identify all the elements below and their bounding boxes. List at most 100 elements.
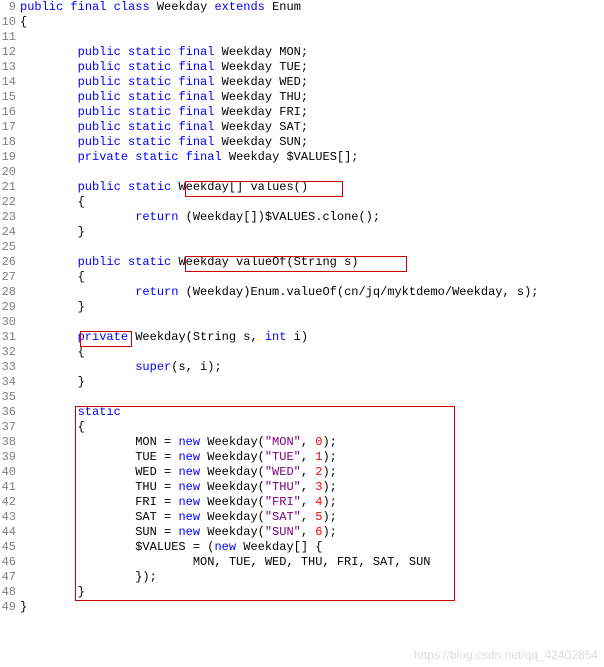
code-line: 41 THU = new Weekday("THU", 3);	[0, 480, 604, 495]
code-viewer: 9public final class Weekday extends Enum…	[0, 0, 604, 615]
line-number: 26	[0, 255, 20, 270]
line-number: 41	[0, 480, 20, 495]
code-content: }	[20, 600, 604, 615]
line-number: 23	[0, 210, 20, 225]
line-number: 9	[0, 0, 20, 15]
code-content: {	[20, 15, 604, 30]
line-number: 20	[0, 165, 20, 180]
code-line: 20	[0, 165, 604, 180]
code-line: 45 $VALUES = (new Weekday[] {	[0, 540, 604, 555]
code-content: TUE = new Weekday("TUE", 1);	[20, 450, 604, 465]
code-line: 48 }	[0, 585, 604, 600]
code-line: 49}	[0, 600, 604, 615]
code-line: 23 return (Weekday[])$VALUES.clone();	[0, 210, 604, 225]
code-content: public static final Weekday SAT;	[20, 120, 604, 135]
line-number: 37	[0, 420, 20, 435]
code-content: {	[20, 195, 604, 210]
code-line: 22 {	[0, 195, 604, 210]
code-line: 37 {	[0, 420, 604, 435]
line-number: 30	[0, 315, 20, 330]
line-number: 38	[0, 435, 20, 450]
line-number: 21	[0, 180, 20, 195]
code-content: public static final Weekday TUE;	[20, 60, 604, 75]
line-number: 10	[0, 15, 20, 30]
line-number: 17	[0, 120, 20, 135]
code-content: public static final Weekday SUN;	[20, 135, 604, 150]
line-number: 11	[0, 30, 20, 45]
code-line: 26 public static Weekday valueOf(String …	[0, 255, 604, 270]
code-line: 16 public static final Weekday FRI;	[0, 105, 604, 120]
code-line: 43 SAT = new Weekday("SAT", 5);	[0, 510, 604, 525]
code-line: 38 MON = new Weekday("MON", 0);	[0, 435, 604, 450]
code-line: 35	[0, 390, 604, 405]
line-number: 33	[0, 360, 20, 375]
code-line: 47 });	[0, 570, 604, 585]
code-content	[20, 240, 604, 255]
code-content	[20, 315, 604, 330]
line-number: 35	[0, 390, 20, 405]
line-number: 24	[0, 225, 20, 240]
line-number: 31	[0, 330, 20, 345]
code-line: 13 public static final Weekday TUE;	[0, 60, 604, 75]
code-line: 15 public static final Weekday THU;	[0, 90, 604, 105]
code-line: 9public final class Weekday extends Enum	[0, 0, 604, 15]
line-number: 14	[0, 75, 20, 90]
line-number: 12	[0, 45, 20, 60]
code-content: {	[20, 420, 604, 435]
line-number: 46	[0, 555, 20, 570]
code-content: $VALUES = (new Weekday[] {	[20, 540, 604, 555]
code-content: public static final Weekday FRI;	[20, 105, 604, 120]
code-content	[20, 165, 604, 180]
code-content: super(s, i);	[20, 360, 604, 375]
code-line: 19 private static final Weekday $VALUES[…	[0, 150, 604, 165]
code-content	[20, 390, 604, 405]
code-line: 34 }	[0, 375, 604, 390]
code-content: SUN = new Weekday("SUN", 6);	[20, 525, 604, 540]
line-number: 15	[0, 90, 20, 105]
line-number: 45	[0, 540, 20, 555]
code-line: 12 public static final Weekday MON;	[0, 45, 604, 60]
line-number: 44	[0, 525, 20, 540]
code-content: public final class Weekday extends Enum	[20, 0, 604, 15]
line-number: 28	[0, 285, 20, 300]
watermark: https://blog.csdn.net/qq_42402854	[414, 648, 598, 663]
code-content: private static final Weekday $VALUES[];	[20, 150, 604, 165]
line-number: 43	[0, 510, 20, 525]
code-content: FRI = new Weekday("FRI", 4);	[20, 495, 604, 510]
code-line: 39 TUE = new Weekday("TUE", 1);	[0, 450, 604, 465]
line-number: 16	[0, 105, 20, 120]
line-number: 22	[0, 195, 20, 210]
code-content: return (Weekday)Enum.valueOf(cn/jq/myktd…	[20, 285, 604, 300]
code-line: 40 WED = new Weekday("WED", 2);	[0, 465, 604, 480]
line-number: 19	[0, 150, 20, 165]
code-line: 25	[0, 240, 604, 255]
code-line: 44 SUN = new Weekday("SUN", 6);	[0, 525, 604, 540]
code-line: 27 {	[0, 270, 604, 285]
code-line: 31 private Weekday(String s, int i)	[0, 330, 604, 345]
code-content	[20, 30, 604, 45]
code-line: 32 {	[0, 345, 604, 360]
code-line: 11	[0, 30, 604, 45]
code-content: SAT = new Weekday("SAT", 5);	[20, 510, 604, 525]
code-content: });	[20, 570, 604, 585]
line-number: 18	[0, 135, 20, 150]
code-line: 36 static	[0, 405, 604, 420]
code-content: public static Weekday valueOf(String s)	[20, 255, 604, 270]
code-content: public static final Weekday MON;	[20, 45, 604, 60]
code-content: }	[20, 300, 604, 315]
code-line: 18 public static final Weekday SUN;	[0, 135, 604, 150]
code-line: 28 return (Weekday)Enum.valueOf(cn/jq/my…	[0, 285, 604, 300]
code-content: MON, TUE, WED, THU, FRI, SAT, SUN	[20, 555, 604, 570]
code-content: WED = new Weekday("WED", 2);	[20, 465, 604, 480]
code-content: }	[20, 585, 604, 600]
line-number: 32	[0, 345, 20, 360]
code-line: 29 }	[0, 300, 604, 315]
code-line: 24 }	[0, 225, 604, 240]
code-line: 33 super(s, i);	[0, 360, 604, 375]
code-line: 42 FRI = new Weekday("FRI", 4);	[0, 495, 604, 510]
code-content: public static final Weekday THU;	[20, 90, 604, 105]
line-number: 47	[0, 570, 20, 585]
code-line: 30	[0, 315, 604, 330]
code-line: 21 public static Weekday[] values()	[0, 180, 604, 195]
code-content: static	[20, 405, 604, 420]
